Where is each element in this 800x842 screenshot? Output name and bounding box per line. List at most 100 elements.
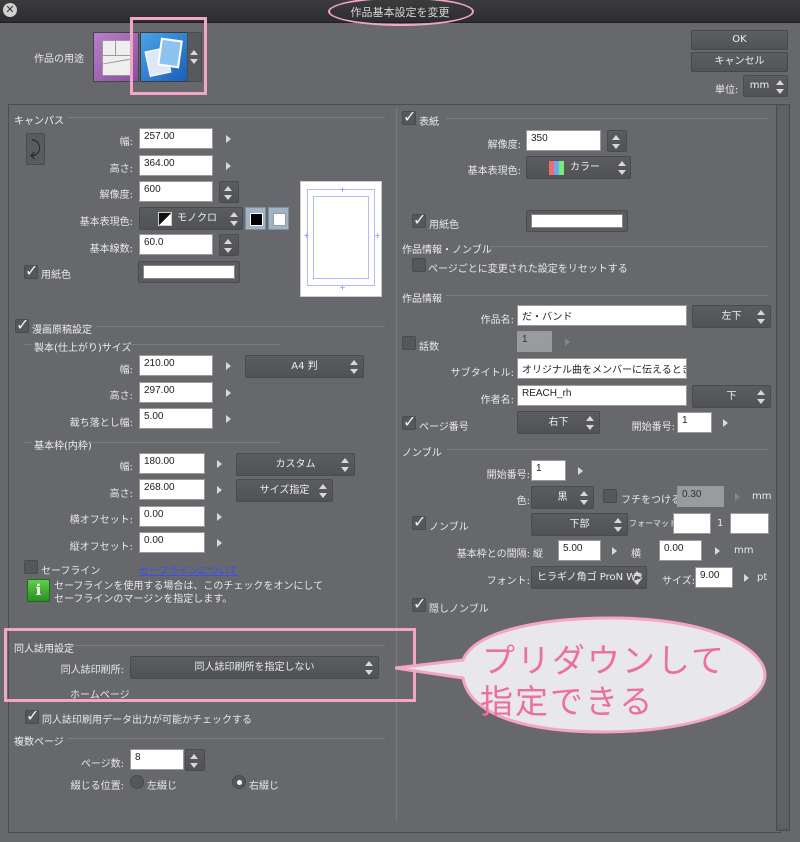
nombre-format-suffix-input[interactable] [730, 513, 769, 534]
nombre-label: ノンブル [429, 522, 469, 533]
bleed-arrow-icon[interactable] [226, 415, 231, 423]
nombre-vertical-arrow-icon[interactable] [612, 547, 617, 555]
usage-label: 作品の用途 [34, 54, 84, 65]
canvas-resolution-input[interactable]: 600 [139, 181, 213, 202]
nombre-start-arrow-icon[interactable] [578, 467, 583, 475]
preview-inner-frame [313, 196, 369, 279]
color-icon [549, 161, 564, 175]
nombre-border-checkbox[interactable] [603, 489, 617, 503]
canvas-height-input[interactable]: 364.00 [139, 155, 213, 176]
work-name-label: 作品名: [480, 315, 514, 326]
inner-width-input[interactable]: 180.00 [139, 453, 205, 474]
episode-arrow-icon[interactable] [565, 338, 570, 346]
cover-resolution-input[interactable]: 350 [526, 130, 601, 151]
safe-line-help-link[interactable]: セーフラインについて [139, 562, 238, 577]
nombre-start-input[interactable]: 1 [531, 460, 566, 481]
inner-mode-select[interactable]: サイズ指定 [236, 479, 333, 502]
work-name-input[interactable]: だ・バンド [517, 305, 687, 326]
nombre-gap-label: 基本枠との間隔: [456, 549, 530, 560]
binding-left-radio[interactable] [130, 775, 144, 789]
cover-paper-color-button[interactable] [526, 210, 628, 232]
episode-input[interactable]: 1 [517, 331, 552, 352]
scrollbar[interactable] [776, 104, 790, 831]
y-offset-arrow-icon[interactable] [217, 539, 222, 547]
canvas-line-count-spinner[interactable] [219, 234, 239, 256]
work-name-position-select[interactable]: 左下 [692, 305, 771, 328]
canvas-line-count-label: 基本線数: [89, 244, 133, 255]
info-nombre-section-title: 作品情報・ノンブル [402, 245, 492, 256]
nombre-format-prefix-input[interactable] [673, 513, 711, 534]
nombre-font-select[interactable]: ヒラギノ角ゴ ProN W3 [531, 566, 647, 589]
safe-line-checkbox[interactable] [24, 560, 38, 574]
nombre-gap-unit: mm [734, 545, 754, 556]
paper-preset-select[interactable]: A4 判 [245, 355, 364, 378]
nombre-size-input[interactable]: 9.00 [695, 567, 733, 588]
annotation-text-line2: 指定できる [480, 682, 655, 721]
mono-black-swatch[interactable] [245, 207, 266, 230]
subtitle-input[interactable]: オリジナル曲をメンバーに伝えるとき [517, 358, 687, 379]
author-position-value: 下 [726, 391, 737, 402]
binding-right-label: 右綴じ [249, 781, 279, 792]
canvas-width-arrow-icon[interactable] [226, 135, 231, 143]
nombre-border-width-input[interactable]: 0.30 [677, 486, 724, 507]
page-number-start-arrow-icon[interactable] [723, 419, 728, 427]
page-count-spinner[interactable] [185, 749, 205, 771]
nombre-horizontal-arrow-icon[interactable] [715, 547, 720, 555]
nombre-vertical-input[interactable]: 5.00 [558, 540, 601, 561]
y-offset-input[interactable]: 0.00 [139, 532, 205, 553]
cover-resolution-label: 解像度: [487, 140, 521, 151]
episode-checkbox[interactable] [402, 336, 416, 350]
doujin-check-checkbox[interactable] [25, 706, 39, 725]
cover-resolution-spinner[interactable] [607, 130, 627, 152]
unit-select[interactable]: mm [743, 75, 788, 97]
binding-right-radio[interactable] [232, 775, 246, 789]
swap-orientation-icon[interactable]: ⤸ [26, 133, 45, 165]
canvas-line-count-input[interactable]: 60.0 [139, 234, 213, 255]
cover-color-mode-select[interactable]: カラー [526, 156, 631, 179]
canvas-paper-color-button[interactable] [138, 261, 240, 283]
page-count-input[interactable]: 8 [130, 749, 184, 770]
inner-preset-select[interactable]: カスタム [236, 453, 355, 476]
finish-height-arrow-icon[interactable] [226, 389, 231, 397]
nombre-border-arrow-icon[interactable] [735, 493, 740, 501]
nombre-border-unit: mm [752, 491, 772, 502]
finish-width-input[interactable]: 210.00 [139, 355, 213, 376]
finish-width-arrow-icon[interactable] [226, 362, 231, 370]
nombre-size-arrow-icon[interactable] [744, 574, 749, 582]
canvas-paper-color-checkbox[interactable] [24, 261, 38, 280]
manga-settings-checkbox[interactable] [15, 315, 29, 334]
nombre-horizontal-input[interactable]: 0.00 [659, 540, 702, 561]
finish-width-label: 幅: [119, 365, 133, 376]
page-number-start-input[interactable]: 1 [677, 412, 712, 433]
annotation-doujin-highlight [4, 628, 416, 702]
finish-height-input[interactable]: 297.00 [139, 382, 213, 403]
author-input[interactable]: REACH_rh [517, 385, 687, 406]
scrollbar-thumb[interactable] [778, 106, 788, 828]
inner-width-arrow-icon[interactable] [217, 460, 222, 468]
nombre-color-select[interactable]: 黒 [531, 486, 594, 509]
inner-height-arrow-icon[interactable] [217, 486, 222, 494]
nombre-checkbox[interactable] [412, 512, 426, 531]
cover-checkbox[interactable] [402, 107, 416, 126]
nombre-color-value: 黒 [557, 492, 568, 503]
page-number-checkbox[interactable] [402, 412, 416, 431]
cancel-button[interactable]: キャンセル [691, 52, 788, 72]
inner-preset-value: カスタム [275, 459, 316, 470]
author-position-select[interactable]: 下 [692, 385, 771, 408]
x-offset-arrow-icon[interactable] [217, 513, 222, 521]
mono-white-swatch[interactable] [268, 207, 289, 230]
inner-height-input[interactable]: 268.00 [139, 479, 205, 500]
reset-page-settings-checkbox[interactable] [412, 258, 426, 272]
nombre-color-label: 色: [516, 496, 530, 507]
canvas-height-arrow-icon[interactable] [226, 162, 231, 170]
canvas-resolution-spinner[interactable] [219, 181, 239, 203]
bleed-input[interactable]: 5.00 [139, 408, 213, 429]
canvas-width-input[interactable]: 257.00 [139, 128, 213, 149]
canvas-color-mode-select[interactable]: モノクロ [139, 207, 243, 230]
ok-button[interactable]: OK [691, 30, 788, 50]
comic-icon [102, 40, 132, 76]
x-offset-input[interactable]: 0.00 [139, 506, 205, 527]
nombre-position-select[interactable]: 下部 [531, 513, 628, 536]
page-number-position-select[interactable]: 右下 [517, 411, 600, 434]
cover-paper-color-checkbox[interactable] [412, 210, 426, 229]
